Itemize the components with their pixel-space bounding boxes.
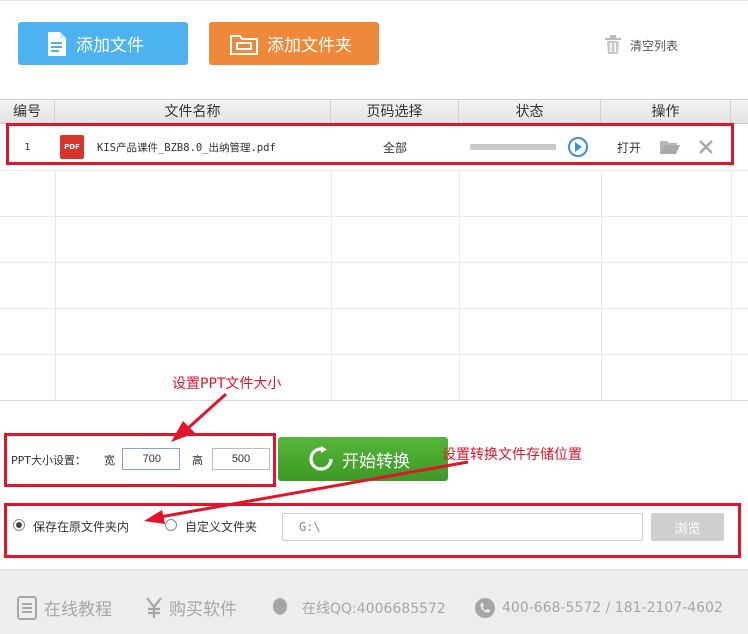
add-folder-label: 添加文件夹 bbox=[267, 36, 352, 56]
column-header-file-name: 文件名称 bbox=[55, 100, 331, 124]
annotation-ppt-size-note: 设置PPT文件大小 bbox=[172, 376, 282, 392]
phone-contact: 400-668-5572 / 181-2107-4602 bbox=[474, 597, 723, 619]
column-header-action: 操作 bbox=[601, 100, 731, 124]
annotation-save-location-note: 设置转换文件存储位置 bbox=[442, 447, 582, 463]
start-conversion-label: 开始转换 bbox=[342, 451, 410, 472]
trash-icon bbox=[605, 35, 621, 54]
phone-label: 400-668-5572 / 181-2107-4602 bbox=[502, 600, 723, 616]
clear-list-label: 清空列表 bbox=[630, 38, 679, 53]
column-header-status: 状态 bbox=[459, 100, 601, 124]
add-file-label: 添加文件 bbox=[76, 36, 144, 56]
online-qq-link[interactable]: 在线QQ:4006685572 bbox=[270, 597, 446, 619]
document-icon bbox=[17, 595, 37, 620]
grid-line bbox=[0, 170, 748, 171]
annotation-box-save-location bbox=[4, 503, 741, 558]
annotation-box-file-row bbox=[6, 123, 734, 165]
buy-software-link[interactable]: 购买软件 bbox=[145, 595, 237, 620]
toolbar: 添加文件 添加文件夹 清空列表 bbox=[0, 0, 748, 98]
clear-list-button[interactable]: 清空列表 bbox=[604, 35, 678, 55]
grid-line bbox=[0, 308, 748, 309]
qq-icon bbox=[273, 598, 287, 615]
start-conversion-button[interactable]: 开始转换 bbox=[278, 437, 448, 481]
grid-line bbox=[0, 216, 748, 217]
document-icon bbox=[48, 31, 66, 56]
online-tutorial-label: 在线教程 bbox=[44, 600, 112, 620]
yen-icon bbox=[146, 596, 162, 618]
phone-icon bbox=[475, 598, 495, 618]
buy-software-label: 购买软件 bbox=[169, 600, 237, 620]
column-header-index: 编号 bbox=[0, 100, 55, 124]
refresh-icon bbox=[309, 446, 333, 471]
table-header: 编号 文件名称 页码选择 状态 操作 bbox=[0, 100, 748, 124]
annotation-box-ppt-size bbox=[4, 433, 276, 487]
grid-line bbox=[0, 354, 748, 355]
online-tutorial-link[interactable]: 在线教程 bbox=[16, 595, 112, 620]
folder-icon bbox=[230, 34, 258, 55]
grid-line bbox=[0, 262, 748, 263]
add-file-button[interactable]: 添加文件 bbox=[18, 22, 188, 65]
online-qq-label: 在线QQ:4006685572 bbox=[302, 601, 446, 617]
add-folder-button[interactable]: 添加文件夹 bbox=[209, 22, 379, 65]
footer: 在线教程 购买软件 在线QQ:4006685572 400-668-5572 /… bbox=[0, 569, 748, 634]
column-header-page-selection: 页码选择 bbox=[331, 100, 459, 124]
